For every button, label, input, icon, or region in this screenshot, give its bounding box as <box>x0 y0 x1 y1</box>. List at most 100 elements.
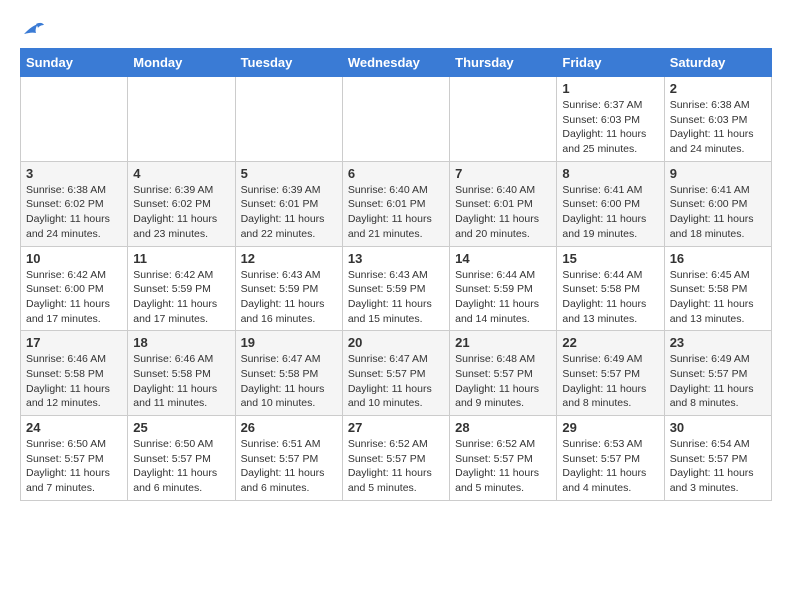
calendar-week-row: 1 Sunrise: 6:37 AM Sunset: 6:03 PM Daylig… <box>21 77 772 162</box>
day-number: 10 <box>26 251 122 266</box>
day-of-week-sunday: Sunday <box>21 49 128 77</box>
day-of-week-friday: Friday <box>557 49 664 77</box>
day-info: Sunrise: 6:51 AM Sunset: 5:57 PM Dayligh… <box>241 437 337 496</box>
day-info: Sunrise: 6:41 AM Sunset: 6:00 PM Dayligh… <box>670 183 766 242</box>
day-info: Sunrise: 6:50 AM Sunset: 5:57 PM Dayligh… <box>26 437 122 496</box>
calendar-cell: 11 Sunrise: 6:42 AM Sunset: 5:59 PM Dayli… <box>128 246 235 331</box>
calendar-cell: 24 Sunrise: 6:50 AM Sunset: 5:57 PM Dayli… <box>21 416 128 501</box>
day-number: 9 <box>670 166 766 181</box>
day-info: Sunrise: 6:47 AM Sunset: 5:58 PM Dayligh… <box>241 352 337 411</box>
calendar-cell: 16 Sunrise: 6:45 AM Sunset: 5:58 PM Dayli… <box>664 246 771 331</box>
calendar-cell: 12 Sunrise: 6:43 AM Sunset: 5:59 PM Dayli… <box>235 246 342 331</box>
calendar-cell: 18Sunrise: 6:46 AM Sunset: 5:58 PM Dayli… <box>128 331 235 416</box>
day-info: Sunrise: 6:40 AM Sunset: 6:01 PM Dayligh… <box>348 183 444 242</box>
day-info: Sunrise: 6:54 AM Sunset: 5:57 PM Dayligh… <box>670 437 766 496</box>
day-info: Sunrise: 6:49 AM Sunset: 5:57 PM Dayligh… <box>562 352 658 411</box>
day-number: 17 <box>26 335 122 350</box>
page-header <box>20 20 772 38</box>
calendar-week-row: 17 Sunrise: 6:46 AM Sunset: 5:58 PM Dayli… <box>21 331 772 416</box>
day-number: 11 <box>133 251 229 266</box>
day-of-week-monday: Monday <box>128 49 235 77</box>
company-logo <box>20 20 44 38</box>
day-info: Sunrise: 6:42 AM Sunset: 5:59 PM Dayligh… <box>133 268 229 327</box>
day-number: 15 <box>562 251 658 266</box>
day-number: 22 <box>562 335 658 350</box>
day-number: 25 <box>133 420 229 435</box>
calendar-cell: 22 Sunrise: 6:49 AM Sunset: 5:57 PM Dayli… <box>557 331 664 416</box>
day-of-week-wednesday: Wednesday <box>342 49 449 77</box>
day-info: Sunrise: 6:39 AM Sunset: 6:02 PM Dayligh… <box>133 183 229 242</box>
day-of-week-saturday: Saturday <box>664 49 771 77</box>
day-info: Sunrise: 6:46 AM Sunset: 5:58 PM Dayligh… <box>133 352 229 411</box>
day-number: 13 <box>348 251 444 266</box>
day-of-week-tuesday: Tuesday <box>235 49 342 77</box>
day-number: 3 <box>26 166 122 181</box>
logo-bird-icon <box>22 20 44 38</box>
day-info: Sunrise: 6:52 AM Sunset: 5:57 PM Dayligh… <box>455 437 551 496</box>
calendar-cell: 30 Sunrise: 6:54 AM Sunset: 5:57 PM Dayli… <box>664 416 771 501</box>
day-info: Sunrise: 6:46 AM Sunset: 5:58 PM Dayligh… <box>26 352 122 411</box>
day-info: Sunrise: 6:39 AM Sunset: 6:01 PM Dayligh… <box>241 183 337 242</box>
day-info: Sunrise: 6:48 AM Sunset: 5:57 PM Dayligh… <box>455 352 551 411</box>
calendar-cell: 27 Sunrise: 6:52 AM Sunset: 5:57 PM Dayli… <box>342 416 449 501</box>
calendar-cell: 13 Sunrise: 6:43 AM Sunset: 5:59 PM Dayli… <box>342 246 449 331</box>
calendar-cell <box>342 77 449 162</box>
calendar-cell: 29 Sunrise: 6:53 AM Sunset: 5:57 PM Dayli… <box>557 416 664 501</box>
calendar-week-row: 3 Sunrise: 6:38 AM Sunset: 6:02 PM Daylig… <box>21 161 772 246</box>
calendar-cell: 10 Sunrise: 6:42 AM Sunset: 6:00 PM Dayli… <box>21 246 128 331</box>
calendar-week-row: 24 Sunrise: 6:50 AM Sunset: 5:57 PM Dayli… <box>21 416 772 501</box>
day-number: 27 <box>348 420 444 435</box>
calendar-cell: 23 Sunrise: 6:49 AM Sunset: 5:57 PM Dayli… <box>664 331 771 416</box>
day-number: 16 <box>670 251 766 266</box>
calendar-cell: 28Sunrise: 6:52 AM Sunset: 5:57 PM Dayli… <box>450 416 557 501</box>
day-number: 30 <box>670 420 766 435</box>
calendar-cell: 19Sunrise: 6:47 AM Sunset: 5:58 PM Dayli… <box>235 331 342 416</box>
day-number: 26 <box>241 420 337 435</box>
calendar-cell: 14Sunrise: 6:44 AM Sunset: 5:59 PM Dayli… <box>450 246 557 331</box>
day-info: Sunrise: 6:37 AM Sunset: 6:03 PM Dayligh… <box>562 98 658 157</box>
day-number: 24 <box>26 420 122 435</box>
day-info: Sunrise: 6:43 AM Sunset: 5:59 PM Dayligh… <box>348 268 444 327</box>
day-info: Sunrise: 6:40 AM Sunset: 6:01 PM Dayligh… <box>455 183 551 242</box>
calendar-table: SundayMondayTuesdayWednesdayThursdayFrid… <box>20 48 772 501</box>
day-info: Sunrise: 6:42 AM Sunset: 6:00 PM Dayligh… <box>26 268 122 327</box>
day-info: Sunrise: 6:43 AM Sunset: 5:59 PM Dayligh… <box>241 268 337 327</box>
calendar-cell: 26 Sunrise: 6:51 AM Sunset: 5:57 PM Dayli… <box>235 416 342 501</box>
calendar-cell: 6 Sunrise: 6:40 AM Sunset: 6:01 PM Daylig… <box>342 161 449 246</box>
day-info: Sunrise: 6:44 AM Sunset: 5:58 PM Dayligh… <box>562 268 658 327</box>
calendar-cell: 8 Sunrise: 6:41 AM Sunset: 6:00 PM Daylig… <box>557 161 664 246</box>
day-info: Sunrise: 6:45 AM Sunset: 5:58 PM Dayligh… <box>670 268 766 327</box>
day-number: 8 <box>562 166 658 181</box>
calendar-cell: 20Sunrise: 6:47 AM Sunset: 5:57 PM Dayli… <box>342 331 449 416</box>
day-info: Sunrise: 6:41 AM Sunset: 6:00 PM Dayligh… <box>562 183 658 242</box>
day-number: 1 <box>562 81 658 96</box>
day-number: 29 <box>562 420 658 435</box>
day-number: 5 <box>241 166 337 181</box>
calendar-cell: 9 Sunrise: 6:41 AM Sunset: 6:00 PM Daylig… <box>664 161 771 246</box>
day-number: 7 <box>455 166 551 181</box>
calendar-cell <box>21 77 128 162</box>
day-number: 21 <box>455 335 551 350</box>
calendar-cell: 1 Sunrise: 6:37 AM Sunset: 6:03 PM Daylig… <box>557 77 664 162</box>
day-number: 6 <box>348 166 444 181</box>
day-info: Sunrise: 6:38 AM Sunset: 6:02 PM Dayligh… <box>26 183 122 242</box>
day-info: Sunrise: 6:44 AM Sunset: 5:59 PM Dayligh… <box>455 268 551 327</box>
day-info: Sunrise: 6:53 AM Sunset: 5:57 PM Dayligh… <box>562 437 658 496</box>
calendar-cell: 21 Sunrise: 6:48 AM Sunset: 5:57 PM Dayli… <box>450 331 557 416</box>
day-of-week-thursday: Thursday <box>450 49 557 77</box>
calendar-cell: 3 Sunrise: 6:38 AM Sunset: 6:02 PM Daylig… <box>21 161 128 246</box>
day-info: Sunrise: 6:52 AM Sunset: 5:57 PM Dayligh… <box>348 437 444 496</box>
day-number: 2 <box>670 81 766 96</box>
calendar-cell <box>450 77 557 162</box>
day-info: Sunrise: 6:38 AM Sunset: 6:03 PM Dayligh… <box>670 98 766 157</box>
calendar-cell: 25Sunrise: 6:50 AM Sunset: 5:57 PM Dayli… <box>128 416 235 501</box>
day-number: 23 <box>670 335 766 350</box>
calendar-header-row: SundayMondayTuesdayWednesdayThursdayFrid… <box>21 49 772 77</box>
calendar-cell <box>235 77 342 162</box>
day-info: Sunrise: 6:49 AM Sunset: 5:57 PM Dayligh… <box>670 352 766 411</box>
calendar-cell: 4 Sunrise: 6:39 AM Sunset: 6:02 PM Daylig… <box>128 161 235 246</box>
calendar-cell: 15 Sunrise: 6:44 AM Sunset: 5:58 PM Dayli… <box>557 246 664 331</box>
day-number: 4 <box>133 166 229 181</box>
day-number: 12 <box>241 251 337 266</box>
calendar-cell: 5 Sunrise: 6:39 AM Sunset: 6:01 PM Daylig… <box>235 161 342 246</box>
